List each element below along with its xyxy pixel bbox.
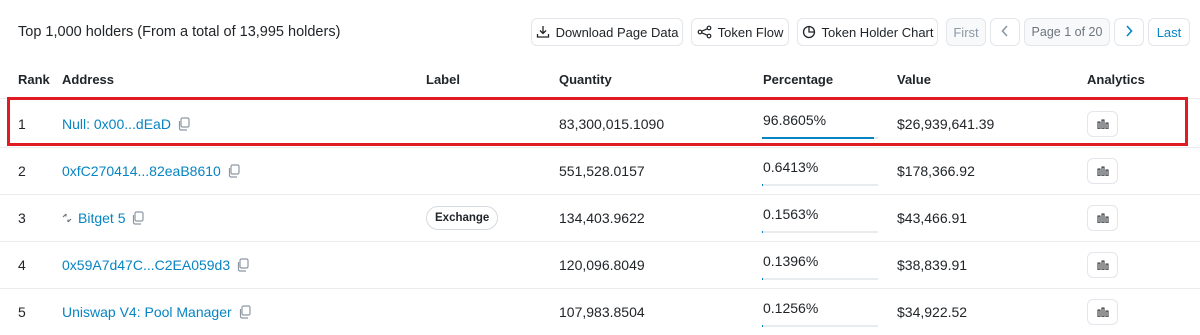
copy-icon[interactable] xyxy=(236,257,249,272)
chevron-left-icon xyxy=(1001,24,1009,40)
column-percentage: Percentage xyxy=(763,72,834,87)
address-cell: 0x59A7d47C...C2EA059d3 xyxy=(62,241,249,288)
table-header: Rank Address Label Quantity Percentage V… xyxy=(0,72,1200,92)
copy-icon[interactable] xyxy=(131,210,145,225)
percentage-text: 0.1563% xyxy=(763,206,819,222)
chevron-right-icon xyxy=(1125,24,1133,40)
percentage-cell: 0.1563% xyxy=(762,203,878,233)
bar-chart-icon xyxy=(1097,210,1109,226)
percentage-bar xyxy=(762,231,878,233)
bar-chart-icon xyxy=(1097,163,1109,179)
address-link[interactable]: Uniswap V4: Pool Manager xyxy=(62,304,232,320)
column-value: Value xyxy=(897,72,931,87)
column-quantity: Quantity xyxy=(559,72,612,87)
column-label: Label xyxy=(426,72,460,87)
pie-chart-icon xyxy=(802,25,816,39)
percentage-text: 0.1256% xyxy=(763,300,819,316)
table-row: 3 Bitget 5 Exchange 134,403.9622 0.1563%… xyxy=(0,194,1200,241)
download-page-data-label: Download Page Data xyxy=(555,24,679,40)
column-address: Address xyxy=(62,72,115,87)
percentage-text: 0.1396% xyxy=(763,253,819,269)
token-flow-label: Token Flow xyxy=(717,24,784,40)
address-link[interactable]: Bitget 5 xyxy=(78,210,125,226)
copy-icon[interactable] xyxy=(227,163,240,178)
percentage-text: 0.6413% xyxy=(763,159,819,175)
percentage-bar-fill xyxy=(762,278,764,280)
percentage-bar-fill xyxy=(762,231,764,233)
value-cell: $34,922.52 xyxy=(897,303,968,320)
network-icon xyxy=(697,25,712,39)
percentage-bar-fill xyxy=(762,184,764,186)
percentage-cell: 0.1256% xyxy=(762,297,878,327)
quantity-cell: 134,403.9622 xyxy=(559,209,645,226)
quantity-cell: 120,096.8049 xyxy=(559,256,645,273)
quantity-cell: 551,528.0157 xyxy=(559,162,645,179)
value-cell: $38,839.91 xyxy=(897,256,968,273)
row-highlight-box xyxy=(7,97,1188,146)
page-indicator: Page 1 of 20 xyxy=(1024,18,1110,46)
analytics-button[interactable] xyxy=(1087,205,1118,231)
percentage-bar xyxy=(762,184,878,186)
analytics-button[interactable] xyxy=(1087,299,1118,325)
download-icon xyxy=(536,25,550,39)
holders-toolbar: Top 1,000 holders (From a total of 13,99… xyxy=(0,0,1200,64)
bar-chart-icon xyxy=(1097,257,1109,273)
address-cell: Uniswap V4: Pool Manager xyxy=(62,288,251,335)
rank-cell: 5 xyxy=(18,303,26,320)
rank-cell: 2 xyxy=(18,162,26,179)
rank-cell: 4 xyxy=(18,256,26,273)
holders-summary: Top 1,000 holders (From a total of 13,99… xyxy=(18,24,341,40)
percentage-bar xyxy=(762,278,878,280)
token-holder-chart-button[interactable]: Token Holder Chart xyxy=(797,18,938,46)
rank-cell: 3 xyxy=(18,209,26,226)
copy-icon[interactable] xyxy=(238,304,251,319)
address-cell: Bitget 5 xyxy=(62,194,145,241)
first-page-button[interactable]: First xyxy=(946,18,986,46)
next-page-button[interactable] xyxy=(1114,18,1144,46)
label-badge[interactable]: Exchange xyxy=(426,206,499,230)
prev-page-button[interactable] xyxy=(990,18,1020,46)
quantity-cell: 107,983.8504 xyxy=(559,303,645,320)
token-flow-button[interactable]: Token Flow xyxy=(691,18,789,46)
percentage-bar-fill xyxy=(762,325,764,327)
table-row: 2 0xfC270414...82eaB8610 551,528.0157 0.… xyxy=(0,147,1200,194)
table-row: 5 Uniswap V4: Pool Manager 107,983.8504 … xyxy=(0,288,1200,335)
exchange-icon xyxy=(62,213,72,223)
analytics-button[interactable] xyxy=(1087,158,1118,184)
table-row: 4 0x59A7d47C...C2EA059d3 120,096.8049 0.… xyxy=(0,241,1200,288)
analytics-button[interactable] xyxy=(1087,252,1118,278)
address-link[interactable]: 0x59A7d47C...C2EA059d3 xyxy=(62,257,230,273)
value-cell: $43,466.91 xyxy=(897,209,968,226)
address-link[interactable]: 0xfC270414...82eaB8610 xyxy=(62,163,221,179)
last-page-button[interactable]: Last xyxy=(1148,18,1190,46)
value-cell: $178,366.92 xyxy=(897,162,975,179)
percentage-cell: 0.6413% xyxy=(762,156,878,186)
download-page-data-button[interactable]: Download Page Data xyxy=(531,18,683,46)
column-analytics: Analytics xyxy=(1087,72,1145,87)
token-holder-chart-label: Token Holder Chart xyxy=(821,24,934,40)
percentage-cell: 0.1396% xyxy=(762,250,878,280)
column-rank: Rank xyxy=(18,72,50,87)
percentage-bar xyxy=(762,325,878,327)
bar-chart-icon xyxy=(1097,304,1109,320)
address-cell: 0xfC270414...82eaB8610 xyxy=(62,147,240,194)
